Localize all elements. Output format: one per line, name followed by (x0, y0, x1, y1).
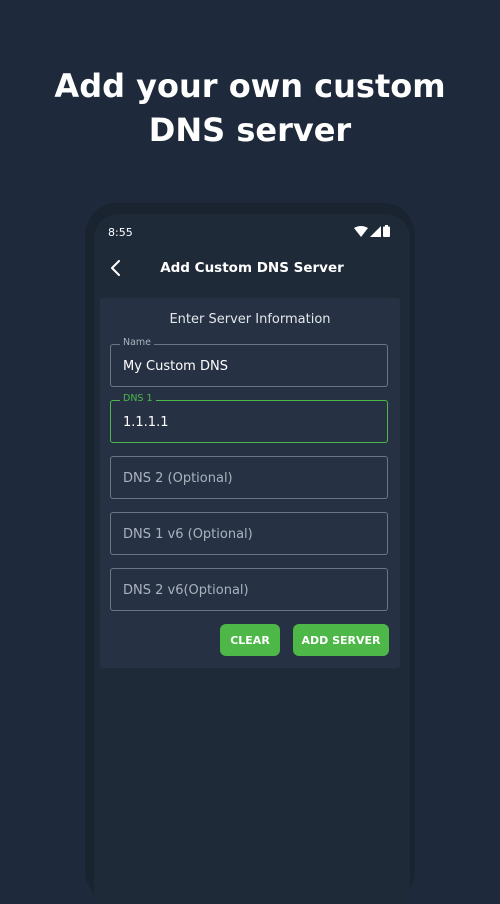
app-bar: Add Custom DNS Server (94, 252, 410, 288)
status-time: 8:55 (108, 226, 133, 239)
signal-icon (370, 225, 381, 237)
name-field-value: My Custom DNS (123, 359, 228, 374)
server-info-card: Enter Server Information Name My Custom … (100, 298, 400, 668)
dns1-field-label: DNS 1 (120, 393, 156, 404)
headline-line-1: Add your own custom (54, 67, 446, 105)
dns2-field-placeholder: DNS 2 (Optional) (123, 471, 233, 486)
battery-icon (383, 225, 390, 237)
promo-headline: Add your own custom DNS server (0, 64, 500, 152)
name-field-label: Name (120, 337, 155, 348)
clear-button[interactable]: CLEAR (220, 624, 280, 656)
dns2-v6-field-placeholder: DNS 2 v6(Optional) (123, 583, 249, 598)
phone-screen: 8:55 Add Custom DNS Server Enter Server … (94, 214, 410, 904)
wifi-icon (354, 225, 368, 237)
status-bar: 8:55 (94, 214, 410, 248)
dns2-field[interactable]: DNS 2 (Optional) (110, 456, 388, 499)
dns1-v6-field[interactable]: DNS 1 v6 (Optional) (110, 512, 388, 555)
headline-line-2: DNS server (148, 111, 352, 149)
dns1-field[interactable]: DNS 1 1.1.1.1 (110, 393, 388, 443)
app-bar-title: Add Custom DNS Server (160, 260, 344, 276)
dns1-v6-field-placeholder: DNS 1 v6 (Optional) (123, 527, 253, 542)
add-server-button[interactable]: ADD SERVER (293, 624, 389, 656)
dns2-v6-field[interactable]: DNS 2 v6(Optional) (110, 568, 388, 611)
name-field[interactable]: Name My Custom DNS (110, 337, 388, 387)
card-title: Enter Server Information (169, 312, 331, 327)
dns1-field-value: 1.1.1.1 (123, 415, 169, 430)
status-icons (354, 225, 390, 237)
